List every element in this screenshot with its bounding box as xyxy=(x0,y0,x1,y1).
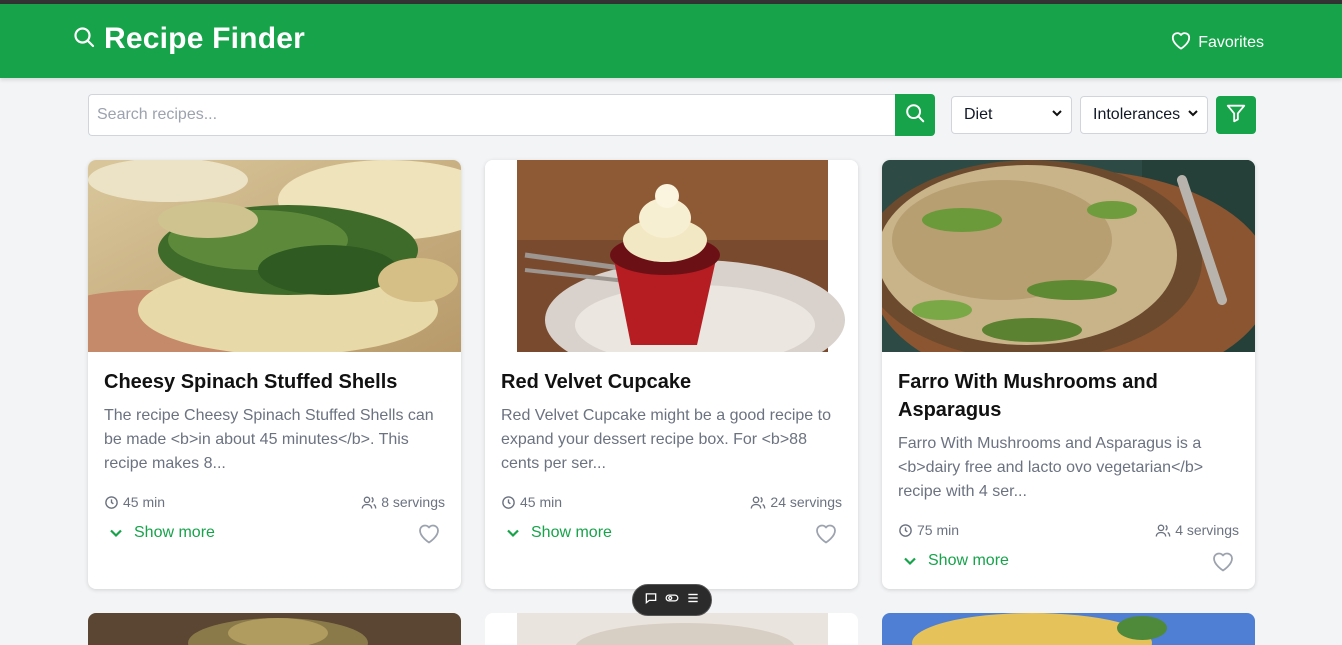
recipe-title[interactable]: Cheesy Spinach Stuffed Shells xyxy=(104,368,445,396)
recipe-time-text: 45 min xyxy=(123,494,166,510)
recipe-description: The recipe Cheesy Spinach Stuffed Shells… xyxy=(104,407,434,472)
show-more-button[interactable]: Show more xyxy=(104,524,215,542)
clock-icon xyxy=(502,495,515,509)
recipe-servings: 8 servings xyxy=(361,494,445,510)
recipe-actions: Show more xyxy=(898,546,1239,576)
heart-icon xyxy=(419,524,439,544)
app-title: Recipe Finder xyxy=(104,22,305,55)
recipe-servings-text: 8 servings xyxy=(381,494,445,510)
recipe-image[interactable] xyxy=(485,160,858,352)
search-input[interactable] xyxy=(88,94,896,136)
search-icon xyxy=(904,102,926,129)
recipe-card[interactable]: Farro With Mushrooms and Asparagus Farro… xyxy=(882,160,1255,589)
recipe-image[interactable] xyxy=(88,160,461,352)
chevron-down-icon xyxy=(110,529,122,538)
favorite-button[interactable] xyxy=(814,522,838,544)
recipe-image[interactable] xyxy=(88,613,461,645)
diet-select-value: Diet xyxy=(964,106,993,123)
menu-icon[interactable] xyxy=(686,591,700,610)
users-icon xyxy=(751,496,766,509)
chevron-down-icon xyxy=(904,557,916,566)
recipe-meta: 45 min 24 servings xyxy=(501,494,842,510)
recipe-time: 45 min xyxy=(104,494,165,510)
floating-toolbar xyxy=(632,584,712,616)
intolerances-select[interactable]: Intolerances xyxy=(1080,96,1208,134)
recipe-description: Red Velvet Cupcake might be a good recip… xyxy=(501,407,831,472)
users-icon xyxy=(1155,523,1171,537)
recipe-description: Farro With Mushrooms and Asparagus is a … xyxy=(898,435,1204,500)
search-bar: Diet Intolerances xyxy=(88,94,1256,136)
recipe-actions: Show more xyxy=(501,518,842,548)
recipe-actions: Show more xyxy=(104,518,445,548)
search-icon xyxy=(72,25,96,54)
diet-select[interactable]: Diet xyxy=(951,96,1072,134)
heart-icon xyxy=(1170,30,1192,55)
show-more-button[interactable]: Show more xyxy=(501,524,612,542)
search-button[interactable] xyxy=(895,94,935,136)
brand[interactable]: Recipe Finder xyxy=(72,22,305,56)
recipe-card[interactable] xyxy=(882,613,1255,645)
show-more-button[interactable]: Show more xyxy=(898,552,1009,570)
recipe-time: 75 min xyxy=(898,522,959,538)
recipe-time-text: 45 min xyxy=(520,494,563,510)
chevron-down-icon xyxy=(1187,106,1199,124)
app-header: Recipe Finder Favorites xyxy=(0,4,1342,78)
recipe-title[interactable]: Farro With Mushrooms and Asparagus xyxy=(898,368,1239,424)
recipe-image[interactable] xyxy=(485,613,858,645)
recipe-servings: 24 servings xyxy=(750,494,842,510)
recipe-servings-text: 4 servings xyxy=(1175,522,1239,538)
recipe-time-text: 75 min xyxy=(917,522,960,538)
recipe-image[interactable] xyxy=(882,160,1255,352)
favorites-link[interactable]: Favorites xyxy=(1170,30,1264,55)
recipe-card[interactable]: Red Velvet Cupcake Red Velvet Cupcake mi… xyxy=(485,160,858,589)
heart-icon xyxy=(1213,552,1233,572)
filter-icon xyxy=(1225,102,1247,129)
show-more-label: Show more xyxy=(134,524,215,541)
users-icon xyxy=(361,496,377,509)
toggle-icon[interactable] xyxy=(665,591,679,610)
recipe-image[interactable] xyxy=(882,613,1255,645)
recipe-card[interactable] xyxy=(485,613,858,645)
favorite-button[interactable] xyxy=(417,522,441,544)
recipe-title[interactable]: Red Velvet Cupcake xyxy=(501,368,842,396)
recipe-meta: 75 min 4 servings xyxy=(898,522,1239,538)
intolerances-select-value: Intolerances xyxy=(1093,106,1181,123)
comment-icon[interactable] xyxy=(644,591,658,610)
clock-icon xyxy=(899,523,912,537)
filter-button[interactable] xyxy=(1216,96,1256,134)
recipe-card[interactable] xyxy=(88,613,461,645)
recipe-meta: 45 min 8 servings xyxy=(104,494,445,510)
clock-icon xyxy=(105,495,118,509)
show-more-label: Show more xyxy=(531,524,612,541)
chevron-down-icon xyxy=(507,529,519,538)
recipe-servings-text: 24 servings xyxy=(770,494,842,510)
recipe-time: 45 min xyxy=(501,494,562,510)
recipe-servings: 4 servings xyxy=(1155,522,1239,538)
show-more-label: Show more xyxy=(928,552,1009,569)
heart-icon xyxy=(816,524,836,544)
chevron-down-icon xyxy=(1051,106,1063,124)
favorite-button[interactable] xyxy=(1211,550,1235,572)
recipe-card[interactable]: Cheesy Spinach Stuffed Shells The recipe… xyxy=(88,160,461,589)
favorites-label: Favorites xyxy=(1198,33,1264,51)
